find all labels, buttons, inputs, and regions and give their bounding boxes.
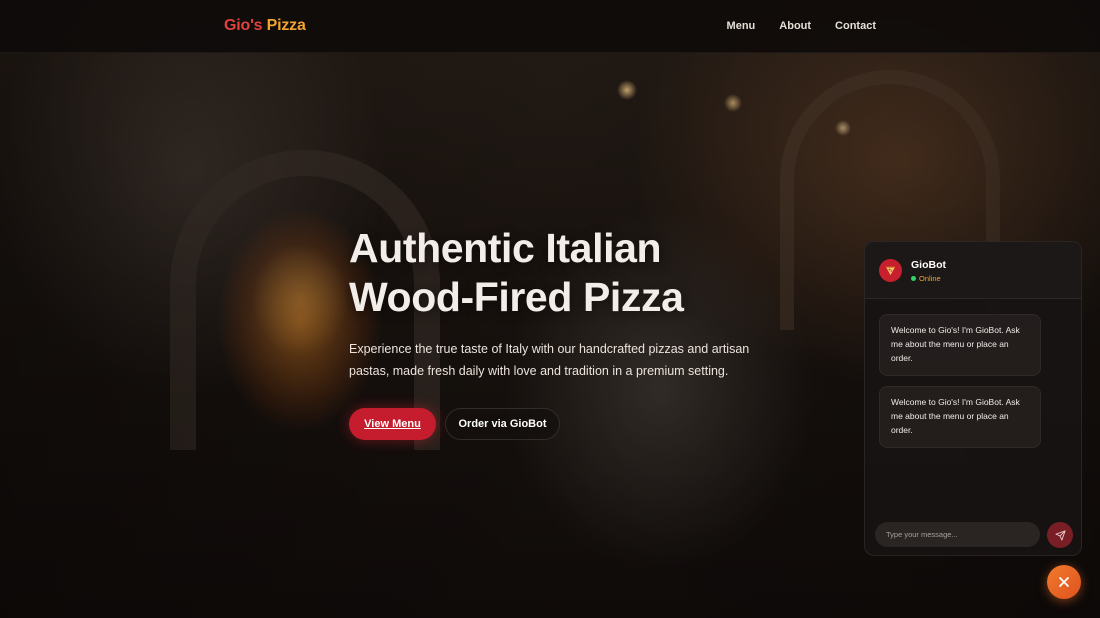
nav-link-about[interactable]: About — [779, 20, 811, 32]
bot-message: Welcome to Gio's! I'm GioBot. Ask me abo… — [879, 314, 1041, 376]
nav-link-menu[interactable]: Menu — [727, 20, 756, 32]
chat-widget: GioBot Online Welcome to Gio's! I'm GioB… — [864, 241, 1082, 556]
bot-status: Online — [911, 274, 941, 283]
brand-name-part2: Pizza — [262, 17, 306, 34]
brand-logo[interactable]: Gio's Pizza — [224, 17, 306, 35]
online-dot-icon — [911, 276, 916, 281]
chat-header: GioBot Online — [865, 242, 1081, 299]
order-via-giobot-button[interactable]: Order via GioBot — [445, 408, 560, 440]
send-button[interactable] — [1047, 522, 1073, 548]
hero-actions: View Menu Order via GioBot — [349, 408, 560, 440]
bot-message: Welcome to Gio's! I'm GioBot. Ask me abo… — [879, 386, 1041, 448]
hero-title-line2: Wood-Fired Pizza — [349, 274, 684, 320]
close-icon — [1058, 576, 1070, 588]
pizza-icon — [879, 259, 902, 282]
status-text: Online — [919, 274, 941, 283]
chat-input-row — [875, 522, 1075, 548]
nav-link-contact[interactable]: Contact — [835, 20, 876, 32]
brand-name-part1: Gio's — [224, 17, 263, 34]
chat-message-input[interactable] — [875, 522, 1040, 547]
top-navbar: Gio's Pizza Menu About Contact — [0, 0, 1100, 53]
hero-section: Authentic Italian Wood-Fired Pizza Exper… — [349, 224, 779, 382]
send-icon — [1054, 529, 1066, 541]
close-chat-button[interactable] — [1047, 565, 1081, 599]
chat-messages: Welcome to Gio's! I'm GioBot. Ask me abo… — [879, 314, 1041, 458]
view-menu-button[interactable]: View Menu — [349, 408, 436, 440]
hero-title: Authentic Italian Wood-Fired Pizza — [349, 224, 779, 322]
nav-links: Menu About Contact — [727, 20, 876, 32]
hero-title-line1: Authentic Italian — [349, 225, 662, 271]
bot-name: GioBot — [911, 259, 946, 271]
hero-subtitle: Experience the true taste of Italy with … — [349, 342, 750, 378]
